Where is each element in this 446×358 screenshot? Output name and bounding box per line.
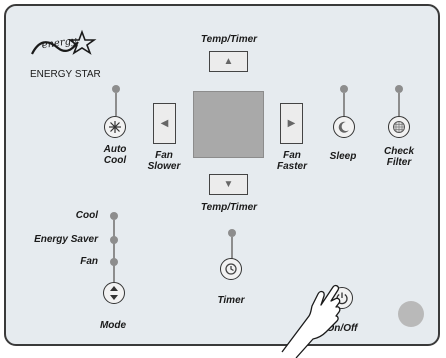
hand-pointer-icon: [281, 284, 341, 358]
